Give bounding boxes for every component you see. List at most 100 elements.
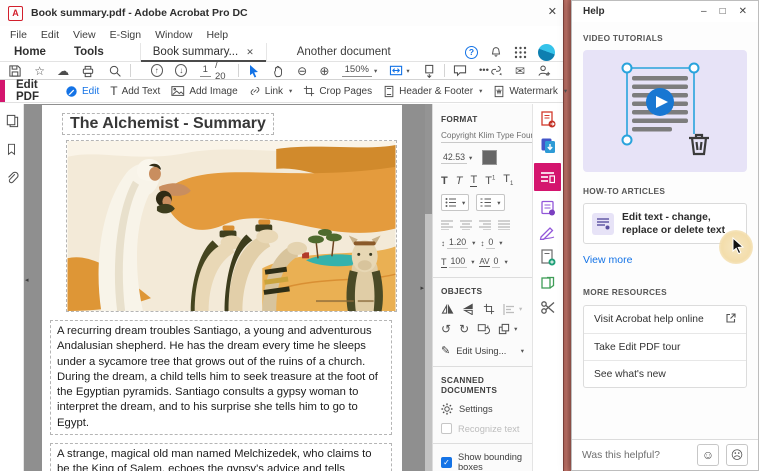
align-right-icon[interactable] <box>479 220 491 230</box>
comment-icon[interactable] <box>453 64 467 77</box>
feedback-negative-button[interactable]: ☹ <box>726 444 748 466</box>
tab-document-active[interactable]: Book summary... ✕ <box>140 43 267 61</box>
zoom-out-icon[interactable]: ⊖ <box>297 65 307 77</box>
resource-whats-new[interactable]: See what's new <box>584 360 746 387</box>
header-footer-button[interactable]: Header & Footer ▾ <box>383 85 482 98</box>
help-minimize-button[interactable]: – <box>701 6 707 17</box>
more-tools-ellipsis[interactable]: ••• <box>479 65 489 76</box>
paragraph-spacing-control[interactable]: ↕ 0 ▾ <box>480 237 502 249</box>
flip-horizontal-icon[interactable] <box>441 303 454 315</box>
page-thumbnails-icon[interactable] <box>5 114 19 128</box>
collapse-right-panel-icon[interactable]: ▸ <box>420 284 424 292</box>
search-icon[interactable] <box>108 64 122 78</box>
notifications-bell-icon[interactable] <box>489 45 503 59</box>
paragraph-2-textbox[interactable]: A strange, magical old man named Melchiz… <box>50 443 392 471</box>
menu-view[interactable]: View <box>73 29 96 41</box>
align-objects-dropdown[interactable]: ▾ <box>503 304 522 315</box>
zoom-caret-icon[interactable]: ▾ <box>374 67 377 75</box>
comment-tool-icon[interactable] <box>540 200 556 216</box>
italic-button[interactable]: T <box>456 175 463 187</box>
help-question-icon[interactable]: ? <box>465 46 478 59</box>
watermark-button[interactable]: Watermark ▾ <box>493 85 567 98</box>
align-left-icon[interactable] <box>441 220 453 230</box>
character-spacing-control[interactable]: AV 0 ▾ <box>479 256 507 268</box>
favorite-star-icon[interactable]: ☆ <box>34 65 45 77</box>
edit-pdf-tool-active[interactable] <box>534 163 561 191</box>
window-close-button[interactable]: ✕ <box>548 5 557 18</box>
font-color-swatch[interactable] <box>482 150 497 165</box>
menu-window[interactable]: Window <box>155 29 192 41</box>
video-tutorial-thumbnail[interactable] <box>583 50 747 172</box>
menu-file[interactable]: File <box>10 29 27 41</box>
subscript-button[interactable]: T1 <box>503 173 513 187</box>
attachments-paperclip-icon[interactable] <box>5 171 19 185</box>
line-spacing-control[interactable]: ↕ 1.20 ▾ <box>441 237 475 249</box>
document-scrollbar[interactable] <box>425 104 432 471</box>
document-viewport[interactable]: The Alchemist - Summary <box>24 104 432 471</box>
underline-button[interactable]: T <box>470 174 477 187</box>
print-icon[interactable] <box>81 64 95 78</box>
resource-edit-tour[interactable]: Take Edit PDF tour <box>584 333 746 360</box>
select-cursor-icon[interactable] <box>247 64 260 78</box>
paragraph-1-textbox[interactable]: A recurring dream troubles Santiago, a y… <box>50 320 392 435</box>
show-bounding-boxes-checkbox[interactable]: ✓ <box>441 457 452 468</box>
add-text-button[interactable]: T Add Text <box>110 84 160 98</box>
scan-settings-button[interactable]: Settings <box>441 403 524 415</box>
hand-pan-icon[interactable] <box>272 64 285 78</box>
export-pdf-blue-icon[interactable] <box>540 137 556 154</box>
pdf-page[interactable]: The Alchemist - Summary <box>42 105 402 471</box>
bookmarks-icon[interactable] <box>5 143 18 156</box>
share-link-icon[interactable] <box>489 64 503 77</box>
rotate-cw-icon[interactable]: ↻ <box>459 322 469 336</box>
edit-tool-button[interactable]: Edit <box>65 85 99 98</box>
help-maximize-button[interactable]: □ <box>720 6 726 17</box>
zoom-in-icon[interactable]: ⊕ <box>319 65 329 77</box>
superscript-button[interactable]: T1 <box>485 175 495 187</box>
page-scrolling-icon[interactable] <box>422 64 436 78</box>
scrollbar-thumb[interactable] <box>425 104 432 214</box>
collapse-left-panel-icon[interactable]: ◂ <box>25 276 29 284</box>
tab-document-other[interactable]: Another document <box>285 43 403 61</box>
align-center-icon[interactable] <box>460 220 472 230</box>
fill-sign-tool-icon[interactable] <box>539 225 556 240</box>
horizontal-scale-control[interactable]: T 100 ▾ <box>441 256 474 268</box>
crop-object-icon[interactable] <box>483 303 495 315</box>
arrange-dropdown[interactable]: ▾ <box>498 323 517 335</box>
page-number-input[interactable]: 1 <box>200 64 211 77</box>
feedback-positive-button[interactable]: ☺ <box>697 444 719 466</box>
tab-tools[interactable]: Tools <box>60 46 118 58</box>
bulleted-list-dropdown[interactable]: ▾ <box>441 194 469 211</box>
cloud-upload-icon[interactable]: ☁ <box>57 65 69 77</box>
menu-esign[interactable]: E-Sign <box>110 29 142 41</box>
fit-width-icon[interactable] <box>389 64 404 77</box>
user-avatar[interactable] <box>538 44 555 61</box>
font-size-dropdown[interactable]: 42.53 <box>441 152 467 164</box>
crop-pages-button[interactable]: Crop Pages <box>303 85 372 97</box>
help-close-button[interactable]: ✕ <box>739 6 747 17</box>
customize-tools-icon[interactable] <box>540 300 556 315</box>
tab-close-icon[interactable]: ✕ <box>246 47 254 58</box>
create-pdf-tool-icon[interactable] <box>540 249 556 266</box>
numbered-list-dropdown[interactable]: ▾ <box>476 194 504 211</box>
next-page-icon[interactable]: ↓ <box>175 64 187 77</box>
bold-button[interactable]: T <box>441 175 448 187</box>
app-grid-icon[interactable] <box>514 46 527 59</box>
organize-pages-tool-icon[interactable] <box>540 275 556 291</box>
align-justify-icon[interactable] <box>498 220 510 230</box>
book-cover-illustration[interactable] <box>66 140 397 312</box>
flip-vertical-icon[interactable] <box>462 303 475 315</box>
email-envelope-icon[interactable]: ✉ <box>515 65 525 77</box>
menu-help[interactable]: Help <box>206 29 228 41</box>
zoom-level-value[interactable]: 150% <box>342 64 372 77</box>
show-bounding-boxes-row[interactable]: ✓ Show bounding boxes <box>441 452 524 471</box>
replace-image-icon[interactable] <box>477 323 490 335</box>
add-user-icon[interactable] <box>537 64 551 78</box>
fit-caret-icon[interactable]: ▾ <box>406 67 409 75</box>
document-title-textbox[interactable]: The Alchemist - Summary <box>62 113 274 135</box>
export-pdf-red-icon[interactable] <box>540 111 556 128</box>
save-icon[interactable] <box>8 64 22 78</box>
tab-home[interactable]: Home <box>0 46 60 58</box>
resource-help-online[interactable]: Visit Acrobat help online <box>584 306 746 333</box>
menu-edit[interactable]: Edit <box>41 29 59 41</box>
font-family-dropdown[interactable]: Copyright Klim Type Foundry ▾ <box>441 131 532 143</box>
